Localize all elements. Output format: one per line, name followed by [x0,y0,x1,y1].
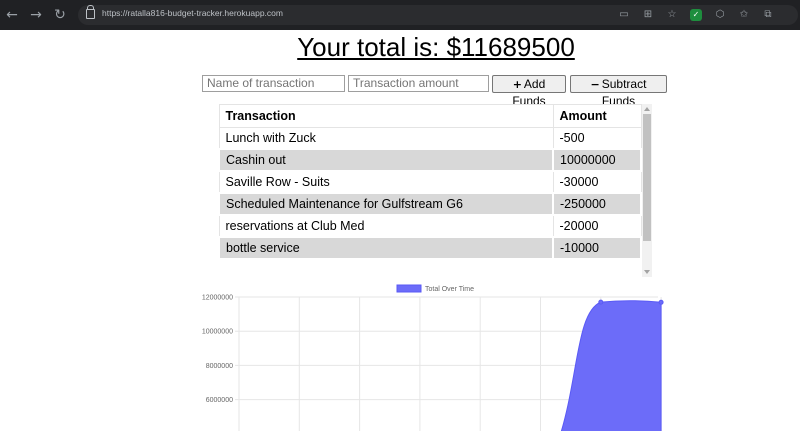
transaction-name: Saville Row - Suits [218,170,554,194]
total-over-time-chart: 1200000010000000800000060000004000000 To… [202,284,664,431]
y-tick-label: 12000000 [202,295,233,302]
favorites-icon[interactable]: ✩ [738,9,750,21]
transaction-amount-input[interactable] [348,75,489,92]
transaction-amount: -250000 [552,192,642,216]
y-tick-label: 8000000 [206,363,233,370]
transaction-name: reservations at Club Med [218,214,554,238]
header-amount: Amount [552,104,642,128]
transaction-name: bottle service [218,236,554,260]
transaction-name: Scheduled Maintenance for Gulfstream G6 [218,192,554,216]
header-transaction: Transaction [218,104,554,128]
reload-icon[interactable]: ↻ [52,7,68,23]
y-tick-label: 6000000 [206,397,233,404]
scroll-down-icon[interactable] [644,270,650,274]
legend-swatch [396,284,422,293]
transactions-table: Transaction Amount Lunch with Zuck -500 … [218,104,642,260]
table-row: bottle service -10000 [218,236,642,260]
back-icon[interactable]: ← [4,7,20,23]
data-point [658,299,664,305]
table-row: reservations at Club Med -20000 [218,214,642,238]
table-row: Lunch with Zuck -500 [218,127,642,150]
scroll-up-icon[interactable] [644,107,650,111]
transaction-amount: -30000 [552,170,642,194]
transactions-table-container[interactable]: Transaction Amount Lunch with Zuck -500 … [218,104,652,277]
transaction-amount: -10000 [552,236,642,260]
forward-icon[interactable]: → [28,7,44,23]
page-title: Your total is: $11689500 [297,32,575,62]
plus-icon: + [512,78,522,91]
extension-icon[interactable]: ⬡ [714,9,726,21]
table-header-row: Transaction Amount [218,104,642,128]
data-point [598,299,604,305]
reader-icon[interactable]: ▭ [618,9,630,21]
collections-icon[interactable]: ⧉ [762,9,774,21]
transaction-amount: -20000 [552,214,642,238]
subtract-funds-button[interactable]: − Subtract Funds [570,75,667,108]
transaction-name-input[interactable] [202,75,345,92]
transaction-name: Lunch with Zuck [218,127,554,150]
apps-icon[interactable]: ⊞ [642,9,654,21]
minus-icon: − [590,78,600,91]
add-funds-button[interactable]: + Add Funds [492,75,566,108]
lock-icon [86,5,95,19]
table-row: Saville Row - Suits -30000 [218,170,642,194]
address-bar[interactable]: https://ratalla816-budget-tracker.heroku… [78,5,798,25]
table-row: Cashin out 10000000 [218,148,642,172]
transaction-amount: 10000000 [552,148,642,172]
table-scrollbar[interactable] [642,104,652,277]
transaction-amount: -500 [552,127,642,150]
table-row: Scheduled Maintenance for Gulfstream G6 … [218,192,642,216]
y-tick-label: 10000000 [202,329,233,336]
transaction-name: Cashin out [218,148,554,172]
url-text: https://ratalla816-budget-tracker.heroku… [102,8,283,18]
y-axis-ticks: 1200000010000000800000060000004000000 [202,295,233,405]
legend-label: Total Over Time [425,286,474,293]
extension-check-icon[interactable]: ✓ [690,9,702,21]
browser-toolbar: ← → ↻ https://ratalla816-budget-tracker.… [0,0,800,30]
scrollbar-thumb[interactable] [643,114,651,241]
star-icon[interactable]: ☆ [666,9,678,21]
